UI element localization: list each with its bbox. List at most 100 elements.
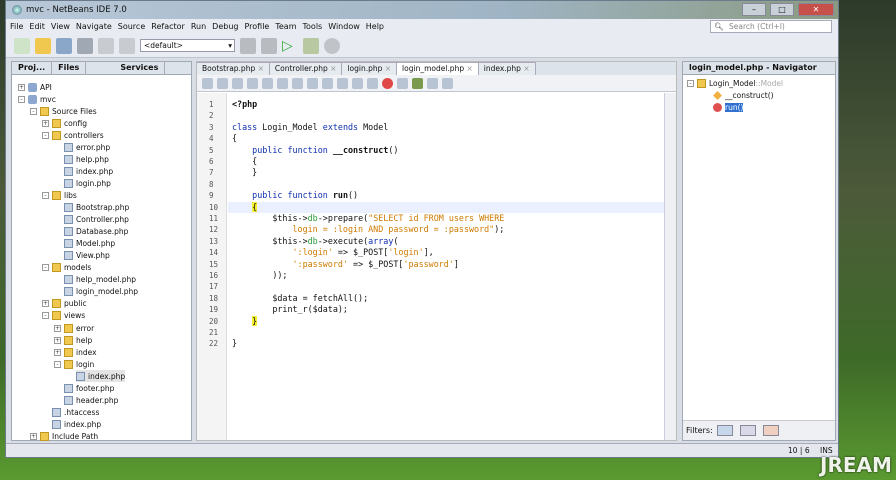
code-editor[interactable]: 1 2 3 4 5 6 7 8 9 10 11 12 13 14 15 16 17 18 19 20 21 22 <?ph… bbox=[197, 93, 664, 440]
editor-tab[interactable]: index.php × bbox=[478, 62, 536, 75]
tab-services[interactable]: Services bbox=[114, 62, 166, 74]
tree-item[interactable]: help.php bbox=[64, 153, 109, 165]
minimize-button[interactable]: – bbox=[742, 3, 766, 16]
close-tab-icon[interactable]: × bbox=[255, 64, 264, 73]
profile-icon[interactable] bbox=[324, 37, 340, 54]
back-icon[interactable] bbox=[202, 77, 213, 89]
editor-tab[interactable]: login_model.php × bbox=[397, 62, 479, 75]
tab-files[interactable]: Files bbox=[52, 62, 87, 74]
tree-item[interactable]: Database.php bbox=[64, 226, 128, 238]
tree-item[interactable]: footer.php bbox=[64, 382, 114, 394]
tree-item[interactable]: + config bbox=[42, 117, 87, 129]
record-macro-icon[interactable] bbox=[382, 77, 393, 89]
menu-debug[interactable]: Debug bbox=[212, 22, 238, 31]
vertical-scrollbar[interactable] bbox=[664, 93, 676, 440]
database-icon[interactable] bbox=[442, 77, 453, 89]
config-select[interactable]: <default> bbox=[140, 39, 235, 52]
tree-item[interactable]: Model.php bbox=[64, 238, 115, 250]
editor-tab[interactable]: Bootstrap.php × bbox=[197, 62, 270, 75]
menu-window[interactable]: Window bbox=[328, 22, 360, 31]
menu-tools[interactable]: Tools bbox=[303, 22, 323, 31]
collapse-icon[interactable]: - bbox=[42, 191, 49, 199]
history-icon[interactable] bbox=[232, 77, 243, 89]
prev-bookmark-icon[interactable] bbox=[307, 77, 318, 89]
collapse-icon[interactable]: - bbox=[30, 107, 37, 115]
nav-item-run[interactable]: run() bbox=[725, 102, 744, 112]
comment-icon[interactable] bbox=[412, 77, 423, 89]
find-prev-icon[interactable] bbox=[262, 77, 273, 89]
run-icon[interactable]: ▷ bbox=[282, 38, 298, 54]
menu-view[interactable]: View bbox=[51, 22, 70, 31]
tree-item[interactable]: index.php bbox=[76, 370, 126, 383]
toggle-highlight-icon[interactable] bbox=[292, 77, 303, 89]
tree-item[interactable]: + error bbox=[54, 322, 94, 334]
new-project-icon[interactable] bbox=[35, 37, 51, 54]
close-tab-icon[interactable]: × bbox=[328, 64, 336, 73]
collapse-icon[interactable]: - bbox=[54, 360, 61, 368]
tree-item[interactable]: index.php bbox=[64, 165, 113, 177]
debug-icon[interactable] bbox=[303, 37, 319, 54]
expand-icon[interactable]: + bbox=[54, 348, 61, 356]
build-icon[interactable] bbox=[240, 37, 256, 54]
shift-left-icon[interactable] bbox=[352, 77, 363, 89]
uncomment-icon[interactable] bbox=[427, 77, 438, 89]
tree-item[interactable]: - views bbox=[42, 310, 85, 322]
tree-item[interactable]: - controllers bbox=[42, 129, 104, 141]
redo-icon[interactable] bbox=[119, 37, 135, 54]
menu-refactor[interactable]: Refactor bbox=[151, 22, 185, 31]
filter-static-icon[interactable] bbox=[762, 425, 779, 436]
open-project-icon[interactable] bbox=[56, 37, 72, 54]
clean-build-icon[interactable] bbox=[261, 37, 277, 54]
find-icon[interactable] bbox=[247, 77, 258, 89]
tree-item[interactable]: login.php bbox=[64, 177, 111, 189]
menu-source[interactable]: Source bbox=[118, 22, 145, 31]
filter-inherited-icon[interactable] bbox=[739, 425, 756, 436]
close-tab-icon[interactable]: × bbox=[521, 64, 529, 73]
expand-icon[interactable]: + bbox=[54, 336, 61, 344]
tree-item[interactable]: + API bbox=[18, 81, 52, 93]
tree-item[interactable]: - models bbox=[42, 262, 91, 274]
save-all-icon[interactable] bbox=[77, 37, 93, 54]
tree-item[interactable]: + index bbox=[54, 346, 97, 358]
next-bookmark-icon[interactable] bbox=[322, 77, 333, 89]
collapse-icon[interactable]: - bbox=[42, 131, 49, 139]
tree-item[interactable]: - mvc bbox=[18, 93, 56, 105]
forward-icon[interactable] bbox=[217, 77, 228, 89]
tree-item[interactable]: + Include Path bbox=[30, 430, 98, 442]
tree-item[interactable]: .htaccess bbox=[52, 406, 99, 418]
expand-icon[interactable]: + bbox=[42, 119, 49, 127]
tab-proj[interactable]: Proj... bbox=[12, 62, 53, 74]
menu-team[interactable]: Team bbox=[275, 22, 296, 31]
close-tab-icon[interactable]: × bbox=[382, 64, 391, 73]
tree-item[interactable]: - Source Files bbox=[30, 105, 97, 117]
editor-tab[interactable]: Controller.php × bbox=[269, 62, 343, 75]
maximize-button[interactable]: □ bbox=[770, 3, 794, 16]
expand-icon[interactable]: + bbox=[54, 324, 61, 332]
tree-item[interactable]: - login bbox=[54, 358, 94, 370]
expand-icon[interactable]: + bbox=[18, 83, 25, 91]
tree-item[interactable]: header.php bbox=[64, 394, 118, 406]
find-next-icon[interactable] bbox=[277, 77, 288, 89]
menu-edit[interactable]: Edit bbox=[29, 22, 45, 31]
nav-item-construct[interactable]: __construct() bbox=[725, 91, 774, 100]
editor-tab[interactable]: login.php × bbox=[342, 62, 398, 75]
nav-class[interactable]: Login_Model bbox=[709, 79, 756, 88]
new-file-icon[interactable] bbox=[14, 37, 30, 54]
collapse-icon[interactable]: - bbox=[687, 79, 694, 87]
filter-fields-icon[interactable] bbox=[716, 425, 733, 436]
menu-file[interactable]: File bbox=[10, 22, 23, 31]
tree-item[interactable]: + help bbox=[54, 334, 92, 346]
tree-item[interactable]: + public bbox=[42, 298, 87, 310]
collapse-icon[interactable]: - bbox=[42, 312, 49, 320]
tree-item[interactable]: index.php bbox=[52, 418, 101, 430]
toggle-bookmark-icon[interactable] bbox=[337, 77, 348, 89]
collapse-icon[interactable]: - bbox=[18, 95, 25, 103]
close-button[interactable]: ✕ bbox=[798, 3, 834, 16]
tree-item[interactable]: Bootstrap.php bbox=[64, 202, 129, 214]
expand-icon[interactable]: + bbox=[42, 300, 49, 308]
tree-item[interactable]: error.php bbox=[64, 141, 110, 153]
menu-run[interactable]: Run bbox=[191, 22, 206, 31]
stop-macro-icon[interactable] bbox=[397, 77, 408, 89]
search-input[interactable]: 🔍︎ Search (Ctrl+I) bbox=[710, 20, 832, 33]
undo-icon[interactable] bbox=[98, 37, 114, 54]
